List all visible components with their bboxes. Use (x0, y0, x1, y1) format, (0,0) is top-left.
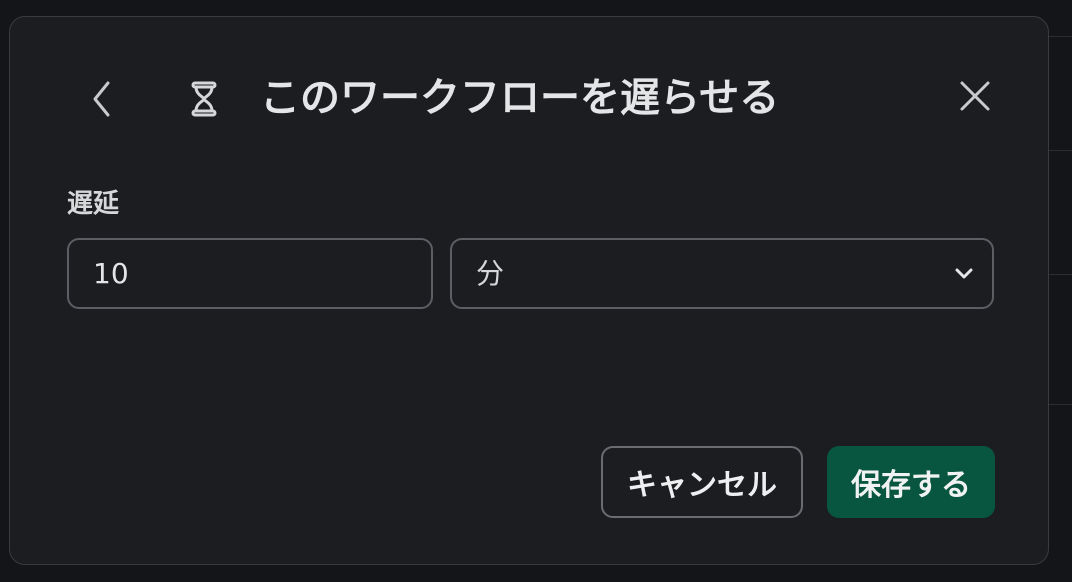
delay-workflow-dialog: このワークフローを遅らせる 遅延 分 キャンセル 保存する (9, 16, 1049, 565)
back-button[interactable] (82, 77, 122, 121)
delay-unit-value: 分 (476, 257, 505, 290)
save-button[interactable]: 保存する (827, 446, 995, 518)
dialog-title: このワークフローを遅らせる (260, 75, 780, 121)
close-icon (960, 81, 990, 111)
cancel-button[interactable]: キャンセル (601, 446, 803, 518)
chevron-left-icon (93, 81, 110, 117)
delay-amount-input[interactable] (67, 238, 433, 309)
delay-label: 遅延 (67, 189, 120, 219)
chevron-down-icon (952, 262, 976, 286)
delay-unit-select[interactable]: 分 (450, 238, 994, 309)
close-button[interactable] (954, 75, 996, 117)
hourglass-icon (190, 81, 218, 117)
